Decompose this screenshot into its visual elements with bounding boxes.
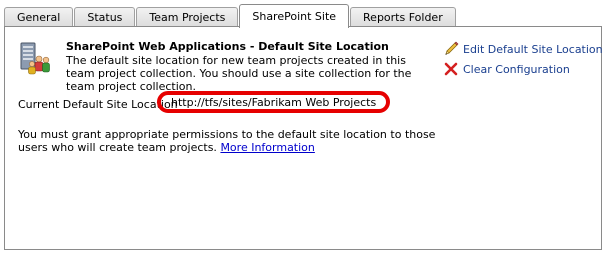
default-site-location-highlight: http://tfs/sites/Fabrikam Web Projects <box>157 91 391 113</box>
tab-general[interactable]: General <box>4 7 74 27</box>
edit-default-site-location-link[interactable]: Edit Default Site Location <box>463 43 603 56</box>
page-description: The default site location for new team p… <box>66 54 412 93</box>
sharepoint-site-tab-page: SharePoint Web Applications - Default Si… <box>4 26 603 250</box>
tab-status[interactable]: Status <box>74 7 136 27</box>
tab-sharepoint-site[interactable]: SharePoint Site <box>239 4 350 28</box>
permissions-note: You must grant appropriate permissions t… <box>18 128 458 154</box>
page-title: SharePoint Web Applications - Default Si… <box>66 40 389 53</box>
sharepoint-server-users-icon <box>20 42 50 75</box>
tab-reports-folder[interactable]: Reports Folder <box>350 7 456 27</box>
clear-configuration-action[interactable]: Clear Configuration <box>443 61 603 77</box>
more-information-link[interactable]: More Information <box>220 141 314 154</box>
team-project-collection-properties: General Status Team Projects SharePoint … <box>0 0 607 256</box>
red-x-icon <box>444 62 458 76</box>
edit-default-site-location-action[interactable]: Edit Default Site Location <box>443 41 603 57</box>
tab-team-projects[interactable]: Team Projects <box>136 7 239 27</box>
default-site-location-value: http://tfs/sites/Fabrikam Web Projects <box>171 95 377 109</box>
pencil-icon <box>445 41 459 55</box>
actions-panel: Edit Default Site Location Clear Configu… <box>443 41 603 81</box>
clear-configuration-link[interactable]: Clear Configuration <box>463 63 570 76</box>
default-site-location-label: Current Default Site Location <box>18 98 178 111</box>
tab-strip: General Status Team Projects SharePoint … <box>4 4 457 28</box>
